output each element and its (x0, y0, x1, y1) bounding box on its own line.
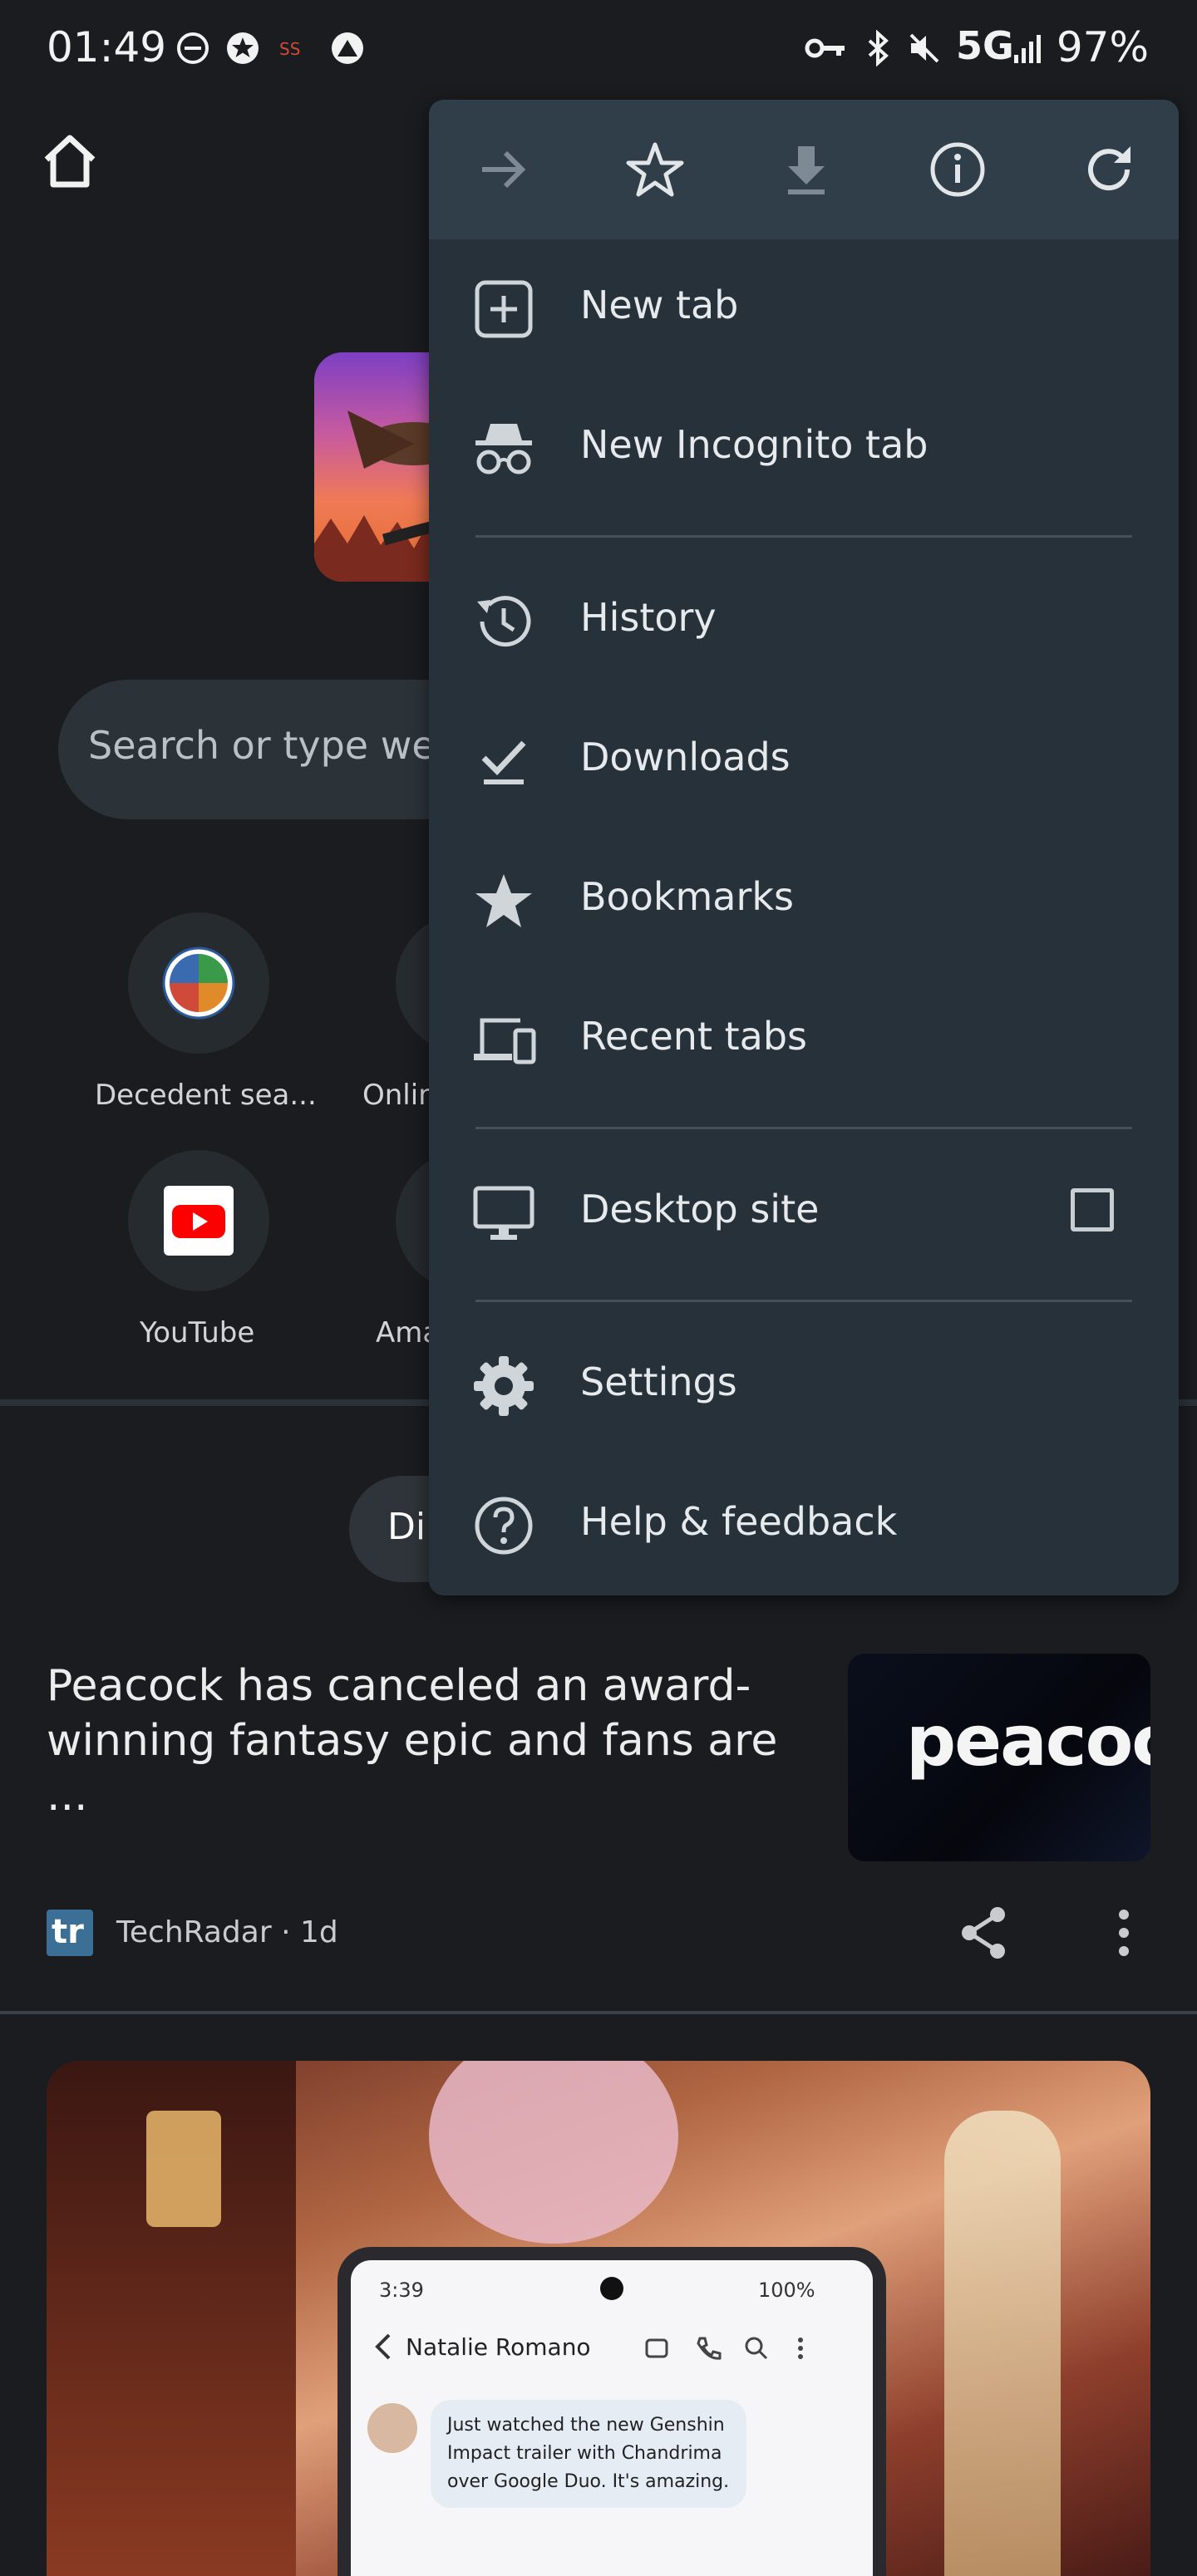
do-not-disturb-icon (177, 32, 209, 64)
bookmarks-star-icon (475, 874, 532, 927)
more-options-icon[interactable] (1094, 1903, 1154, 1963)
thumbnail-logo-text: peacock (906, 1700, 1150, 1782)
phone-mockup: 3:39 100% Natalie Romano Just watched th… (337, 2247, 886, 2576)
character-hair (429, 2061, 678, 2244)
phone-battery: 100% (758, 2279, 815, 2302)
network-type: 5G (956, 23, 1014, 68)
menu-item-help-feedback[interactable]: Help & feedback (429, 1456, 1179, 1595)
discover-label: Di (387, 1506, 426, 1548)
menu-item-desktop-site[interactable]: Desktop site (429, 1143, 1179, 1283)
battery-level: 97% (1056, 23, 1149, 71)
article-headline[interactable]: Peacock has canceled an award-winning fa… (47, 1659, 778, 1823)
app-notification-icon: SS (279, 39, 300, 59)
menu-item-label: Downloads (580, 735, 791, 779)
desktop-monitor-icon (473, 1186, 534, 1240)
menu-item-new-tab[interactable]: New tab (429, 239, 1179, 379)
shortcut-decedent-search[interactable] (128, 912, 269, 1054)
menu-separator (475, 1127, 1132, 1129)
chat-bubble: Just watched the new Genshin Impact trai… (431, 2400, 746, 2508)
share-icon[interactable] (954, 1903, 1014, 1963)
svg-text:SS: SS (279, 39, 300, 59)
menu-item-label: Recent tabs (580, 1014, 807, 1059)
phone-time: 3:39 (379, 2279, 424, 2302)
help-icon (475, 1497, 533, 1555)
lantern-glow (146, 2111, 221, 2227)
signal-icon (1014, 35, 1041, 63)
video-call-icon (645, 2338, 668, 2358)
menu-item-settings[interactable]: Settings (429, 1316, 1179, 1456)
forward-icon[interactable] (470, 136, 537, 203)
article-hero-image[interactable]: 3:39 100% Natalie Romano Just watched th… (47, 2061, 1150, 2576)
contact-avatar (367, 2403, 417, 2453)
download-icon[interactable] (773, 136, 840, 203)
menu-toolbar (429, 100, 1179, 239)
menu-item-label: Settings (580, 1359, 737, 1404)
reload-icon[interactable] (1076, 136, 1142, 203)
status-bar: 01:49 SS 5G 97% (0, 0, 1197, 100)
menu-separator (475, 535, 1132, 538)
status-time: 01:49 (47, 23, 167, 71)
phone-call-icon (697, 2337, 722, 2360)
menu-separator (475, 1300, 1132, 1302)
menu-item-new-incognito-tab[interactable]: New Incognito tab (429, 379, 1179, 519)
site-favicon-icon (162, 946, 235, 1020)
bluetooth-icon (868, 30, 889, 66)
home-icon[interactable] (38, 130, 101, 193)
info-icon[interactable] (924, 136, 991, 203)
incognito-icon (475, 424, 532, 474)
devices-icon (474, 1018, 536, 1064)
youtube-icon (164, 1186, 234, 1256)
vpn-key-icon (805, 38, 845, 58)
vase-shape (944, 2111, 1061, 2576)
shortcut-label: Onlin (362, 1079, 436, 1112)
card-divider (0, 2011, 1197, 2014)
more-options-icon (798, 2338, 803, 2359)
menu-item-label: Bookmarks (580, 874, 794, 919)
shortcut-label: YouTube (140, 1316, 255, 1349)
shortcut-youtube[interactable] (128, 1150, 269, 1291)
desktop-site-checkbox[interactable] (1071, 1188, 1114, 1231)
phone-contact-name: Natalie Romano (406, 2333, 591, 2361)
article-thumbnail[interactable]: peacock (848, 1654, 1150, 1861)
history-icon (477, 596, 531, 647)
search-placeholder: Search or type web (88, 723, 460, 768)
menu-item-bookmarks[interactable]: Bookmarks (429, 831, 1179, 971)
menu-item-recent-tabs[interactable]: Recent tabs (429, 971, 1179, 1110)
overflow-menu: New tab New Incognito tab History Downlo… (429, 100, 1179, 1595)
downloads-check-icon (481, 740, 526, 784)
settings-gear-icon (474, 1356, 534, 1416)
phone-camera (600, 2277, 623, 2300)
menu-item-label: Help & feedback (580, 1499, 898, 1544)
star-badge-icon (227, 32, 259, 64)
search-icon (745, 2337, 768, 2360)
menu-item-downloads[interactable]: Downloads (429, 691, 1179, 831)
menu-item-label: History (580, 595, 717, 640)
menu-item-label: Desktop site (580, 1187, 820, 1231)
source-favicon: tr (47, 1910, 93, 1956)
mute-icon (909, 33, 939, 63)
back-arrow-icon (375, 2333, 391, 2360)
bookmark-star-icon[interactable] (622, 136, 688, 203)
vpn-app-icon (332, 32, 363, 64)
article-source: TechRadar · 1d (116, 1915, 338, 1949)
menu-item-history[interactable]: History (429, 552, 1179, 691)
shortcut-label: Decedent sea... (95, 1079, 317, 1112)
menu-item-label: New tab (580, 283, 739, 327)
menu-item-label: New Incognito tab (580, 422, 929, 467)
new-tab-icon (475, 280, 533, 338)
